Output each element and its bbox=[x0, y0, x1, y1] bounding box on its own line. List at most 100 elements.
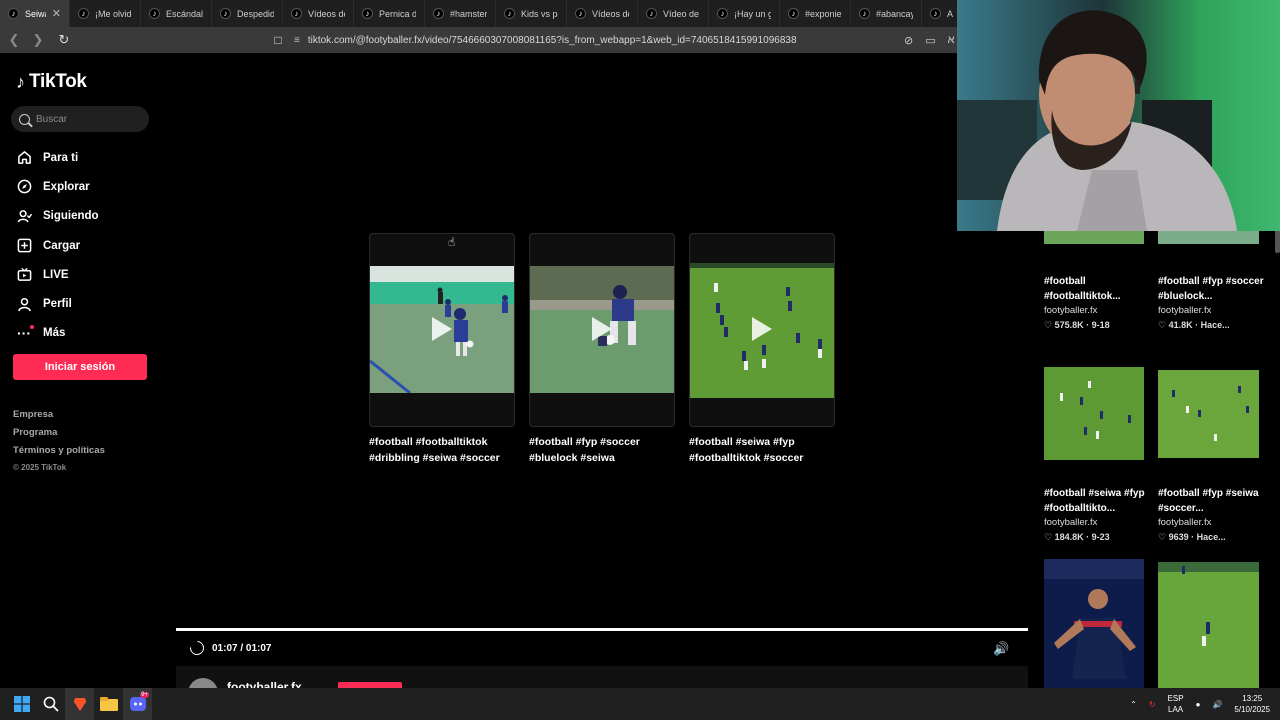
sidebar-nav: Para ti Explorar Siguiendo Cargar LIVE P… bbox=[16, 143, 99, 348]
browser-tab[interactable]: ♪ Despedida bbox=[212, 0, 283, 27]
sidebar-item-mas[interactable]: ··· Más bbox=[16, 319, 99, 348]
related-video-author[interactable]: footyballer.fx bbox=[1044, 305, 1154, 316]
video-caption[interactable]: #football #footballtiktok #dribbling #se… bbox=[369, 434, 515, 466]
brave-browser-icon[interactable] bbox=[65, 688, 94, 720]
forward-icon[interactable]: ❯ bbox=[28, 30, 48, 50]
tiktok-favicon-icon: ♪ bbox=[504, 8, 515, 19]
footer-link-empresa[interactable]: Empresa bbox=[13, 409, 105, 427]
sidebar-item-label: LIVE bbox=[43, 268, 69, 281]
video-thumbnail-frame[interactable] bbox=[529, 233, 675, 427]
tab-title: Escándalo bbox=[166, 8, 203, 19]
clock[interactable]: 13:25 5/10/2025 bbox=[1234, 693, 1270, 715]
sidebar-item-label: Siguiendo bbox=[43, 210, 99, 223]
discord-icon[interactable]: 9+ bbox=[123, 688, 152, 720]
back-icon[interactable]: ❮ bbox=[4, 30, 24, 50]
browser-tab[interactable]: ♪ Pernica de bbox=[354, 0, 425, 27]
play-icon[interactable] bbox=[432, 317, 452, 341]
search-box[interactable] bbox=[11, 106, 149, 132]
related-video-info[interactable]: #football #footballtiktok... footyballer… bbox=[1044, 274, 1154, 331]
recommended-video-card[interactable]: #football #fyp #soccer #bluelock #seiwa bbox=[529, 233, 675, 466]
translate-icon[interactable]: א bbox=[948, 34, 955, 47]
sidebar-item-live[interactable]: LIVE bbox=[16, 260, 99, 289]
related-video-info[interactable]: #football #fyp #soccer #bluelock... foot… bbox=[1158, 274, 1268, 331]
url-field[interactable]: ≡ tiktok.com/@footyballer.fx/video/75466… bbox=[294, 35, 884, 46]
related-video-info[interactable]: #football #fyp #seiwa #soccer... footyba… bbox=[1158, 486, 1268, 543]
video-thumbnail[interactable] bbox=[1158, 562, 1259, 688]
tab-title: Despedida bbox=[237, 8, 274, 19]
author-bar: footyballer.fx bbox=[176, 666, 1028, 708]
bookmark-icon[interactable]: □ bbox=[268, 33, 288, 47]
browser-tab[interactable]: ♪ ¡Me olvide bbox=[70, 0, 141, 27]
footer-link-programa[interactable]: Programa bbox=[13, 427, 105, 445]
speaker-icon[interactable]: 🔊 bbox=[1212, 700, 1222, 709]
footer-link-terminos[interactable]: Términos y políticas bbox=[13, 445, 105, 463]
tiktok-favicon-icon: ♪ bbox=[78, 8, 89, 19]
more-icon: ··· bbox=[17, 325, 34, 342]
site-info-icon[interactable]: ≡ bbox=[294, 35, 300, 46]
clock-time: 13:25 bbox=[1242, 694, 1263, 703]
sidebar-item-label: Perfil bbox=[43, 298, 72, 311]
volume-icon[interactable]: 🔊 bbox=[993, 641, 1009, 657]
tiktok-logo[interactable]: ♪ TikTok bbox=[16, 71, 87, 93]
related-video-title[interactable]: #football #footballtiktok... bbox=[1044, 274, 1154, 304]
browser-tab[interactable]: ♪ #exponien bbox=[780, 0, 851, 27]
sidebar-item-perfil[interactable]: Perfil bbox=[16, 289, 99, 318]
video-thumbnail[interactable] bbox=[1044, 559, 1144, 688]
play-icon[interactable] bbox=[592, 317, 612, 341]
file-explorer-icon[interactable] bbox=[94, 688, 123, 720]
play-icon[interactable] bbox=[752, 317, 772, 341]
video-caption[interactable]: #football #fyp #soccer #bluelock #seiwa bbox=[529, 434, 675, 466]
tiktok-favicon-icon: ♪ bbox=[930, 8, 941, 19]
sync-icon[interactable]: ↻ bbox=[1149, 700, 1156, 709]
browser-tab[interactable]: ♪ ¡Hay un go bbox=[709, 0, 780, 27]
browser-tab[interactable]: ♪ Kids vs par bbox=[496, 0, 567, 27]
sidebar-item-para-ti[interactable]: Para ti bbox=[16, 143, 99, 172]
profile-icon bbox=[16, 296, 32, 312]
search-input[interactable] bbox=[36, 113, 136, 125]
related-video-title[interactable]: #football #seiwa #fyp #footballtikto... bbox=[1044, 486, 1154, 516]
close-tab-icon[interactable]: ✕ bbox=[52, 7, 61, 20]
screen-icon[interactable]: ▭ bbox=[925, 34, 935, 47]
video-thumbnail-frame[interactable] bbox=[369, 233, 515, 427]
browser-tab[interactable]: ♪ Vídeo de d bbox=[638, 0, 709, 27]
url-text[interactable]: tiktok.com/@footyballer.fx/video/7546660… bbox=[308, 35, 797, 46]
sidebar-item-explorar[interactable]: Explorar bbox=[16, 172, 99, 201]
tiktok-favicon-icon: ♪ bbox=[788, 8, 799, 19]
related-video-author[interactable]: footyballer.fx bbox=[1158, 517, 1268, 528]
video-thumbnail-frame[interactable] bbox=[689, 233, 835, 427]
browser-tab[interactable]: ♪ #abancay bbox=[851, 0, 922, 27]
recommended-video-card[interactable]: #football #seiwa #fyp #footballtiktok #s… bbox=[689, 233, 835, 466]
tiktok-favicon-icon: ♪ bbox=[8, 8, 19, 19]
reload-icon[interactable]: ↻ bbox=[54, 30, 74, 50]
video-player[interactable]: #football #footballtiktok #dribbling #se… bbox=[176, 53, 1028, 708]
sidebar-item-siguiendo[interactable]: Siguiendo bbox=[16, 202, 99, 231]
related-video-title[interactable]: #football #fyp #seiwa #soccer... bbox=[1158, 486, 1268, 516]
video-thumbnail[interactable] bbox=[1044, 367, 1144, 460]
video-progress-bar[interactable] bbox=[176, 628, 1028, 631]
recommended-video-card[interactable]: #football #footballtiktok #dribbling #se… bbox=[369, 233, 515, 466]
browser-tab[interactable]: ♪ #hamster bbox=[425, 0, 496, 27]
video-caption[interactable]: #football #seiwa #fyp #footballtiktok #s… bbox=[689, 434, 835, 466]
wifi-icon[interactable]: ● bbox=[1196, 700, 1201, 709]
login-button[interactable]: Iniciar sesión bbox=[13, 354, 147, 380]
browser-tab[interactable]: ♪ Escándalo bbox=[141, 0, 212, 27]
no-cast-icon[interactable]: ⊘ bbox=[904, 34, 913, 47]
browser-tab[interactable]: ♪ Seiwa ✕ bbox=[0, 0, 70, 27]
windows-start-icon[interactable] bbox=[7, 688, 36, 720]
sidebar-item-cargar[interactable]: Cargar bbox=[16, 231, 99, 260]
tab-title: #exponien bbox=[805, 8, 842, 19]
language-indicator[interactable]: ESP LAA bbox=[1168, 693, 1184, 715]
related-video-author[interactable]: footyballer.fx bbox=[1044, 517, 1154, 528]
related-video-title[interactable]: #football #fyp #soccer #bluelock... bbox=[1158, 274, 1268, 304]
tiktok-favicon-icon: ♪ bbox=[220, 8, 231, 19]
replay-icon[interactable] bbox=[187, 638, 207, 658]
related-video-info[interactable]: #football #seiwa #fyp #footballtikto... … bbox=[1044, 486, 1154, 543]
tab-title: Seiwa bbox=[25, 8, 46, 19]
video-thumbnail[interactable] bbox=[1158, 370, 1259, 458]
browser-tab[interactable]: ♪ Vídeos de bbox=[567, 0, 638, 27]
search-icon[interactable] bbox=[36, 688, 65, 720]
chevron-up-icon[interactable]: ⌃ bbox=[1130, 700, 1137, 709]
browser-tab[interactable]: ♪ Vídeos de bbox=[283, 0, 354, 27]
system-tray: ⌃ ↻ ESP LAA ● 🔊 13:25 5/10/2025 bbox=[1130, 688, 1270, 720]
related-video-author[interactable]: footyballer.fx bbox=[1158, 305, 1268, 316]
